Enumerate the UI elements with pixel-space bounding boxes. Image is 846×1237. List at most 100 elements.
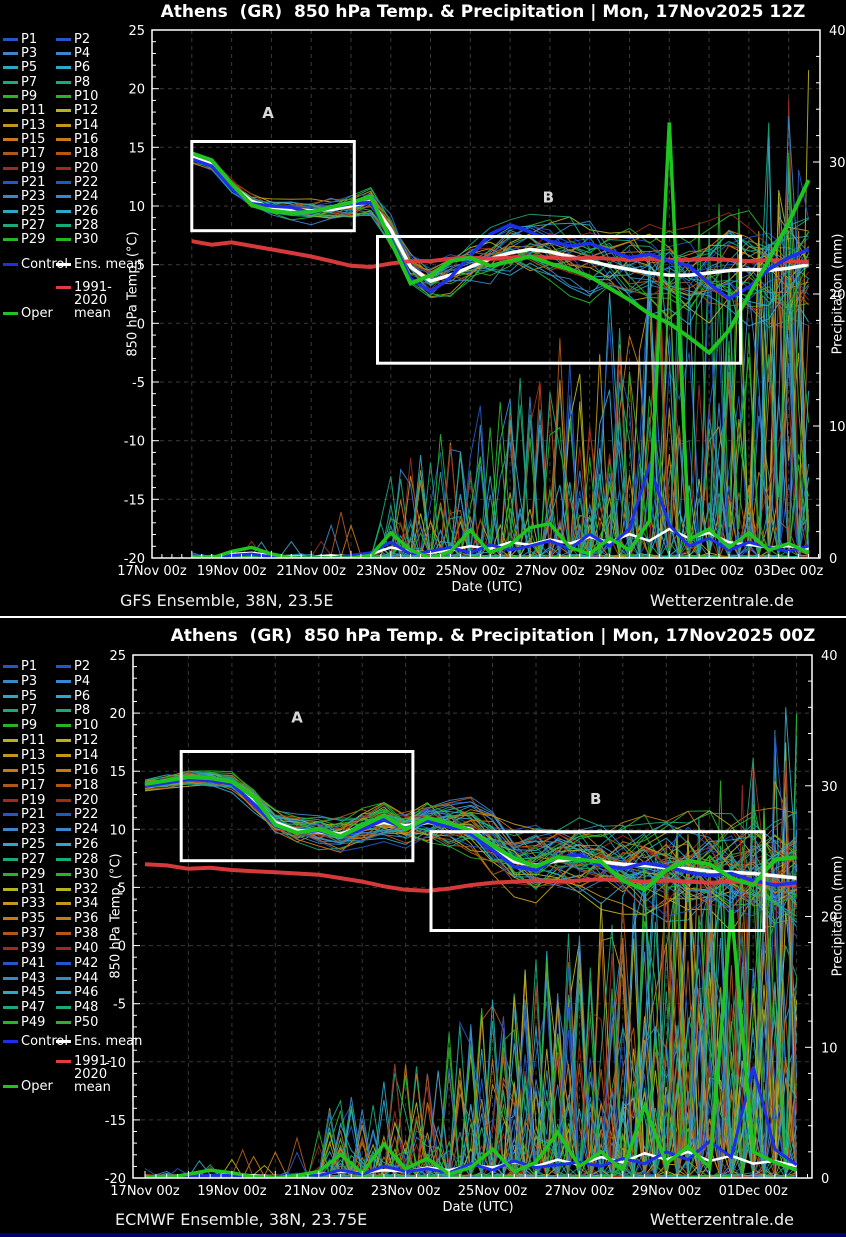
legend-swatch [56, 1040, 71, 1043]
legend-label: P50 [74, 1015, 98, 1030]
legend-swatch [56, 888, 71, 891]
x-tick-label: 23Nov 00z [371, 1184, 441, 1199]
x-tick-label: 19Nov 00z [197, 1184, 267, 1199]
legend-member-p23: P23 [3, 190, 56, 204]
legend-member-p45: P45 [3, 986, 56, 1001]
legend-swatch [3, 210, 18, 213]
legend-member-p21: P21 [3, 175, 56, 189]
model-caption-gfs: GFS Ensemble, 38N, 23.5E [120, 591, 333, 610]
legend-swatch [3, 224, 18, 227]
legend-label: P8 [74, 703, 90, 718]
legend-member-p9: P9 [3, 718, 56, 733]
legend-swatch [56, 947, 71, 950]
legend-label: 1991-2020mean [74, 1055, 132, 1094]
legend-member-p8: P8 [56, 75, 132, 89]
legend-swatch [3, 813, 18, 816]
legend-member-p41: P41 [3, 956, 56, 971]
legend-swatch [3, 95, 18, 98]
legend-member-p21: P21 [3, 807, 56, 822]
legend-member-p24: P24 [56, 190, 132, 204]
legend-swatch [3, 167, 18, 170]
temp-tick-label: -20 [105, 1172, 126, 1187]
legend-swatch [56, 38, 71, 41]
legend-swatch [3, 724, 18, 727]
legend-member-p8: P8 [56, 704, 132, 719]
legend-swatch [56, 286, 71, 289]
x-tick-label: 01Dec 00z [674, 564, 743, 579]
legend-label: P26 [74, 204, 98, 219]
legend-label: P6 [74, 60, 90, 75]
legend-label: P44 [74, 971, 98, 986]
precip-tick-label: 30 [829, 156, 846, 171]
legend-swatch [3, 769, 18, 772]
model-caption-ecmwf: ECMWF Ensemble, 38N, 23.75E [115, 1210, 367, 1229]
legend-member-p20: P20 [56, 793, 132, 808]
legend-label: P28 [74, 852, 98, 867]
ensemble-member-precip-line [145, 781, 797, 1178]
chart-title-gfs: Athens (GR) 850 hPa Temp. & Precipitatio… [120, 2, 846, 22]
legend-swatch [3, 695, 18, 698]
legend-swatch [3, 947, 18, 950]
legend-swatch [3, 977, 18, 980]
legend-member-p19: P19 [3, 793, 56, 808]
legend-label: P43 [21, 971, 45, 986]
legend-swatch [3, 138, 18, 141]
legend-label: P3 [21, 46, 37, 61]
legend-label: P28 [74, 218, 98, 233]
legend-label: P2 [74, 659, 90, 674]
legend-label: P2 [74, 32, 90, 47]
legend-swatch [56, 724, 71, 727]
legend-label: P7 [21, 703, 37, 718]
legend-member-p27: P27 [3, 852, 56, 867]
legend-swatch [56, 962, 71, 965]
annotation-label-b: B [543, 189, 554, 207]
series-layer [145, 707, 797, 1178]
legend-member-p12: P12 [56, 733, 132, 748]
legend-swatch [56, 680, 71, 683]
legend-member-p18: P18 [56, 147, 132, 161]
panel-separator [0, 616, 846, 618]
legend-member-p33: P33 [3, 897, 56, 912]
legend-member-p5: P5 [3, 61, 56, 75]
legend-swatch [3, 739, 18, 742]
legend-label: P9 [21, 718, 37, 733]
legend-member-p13: P13 [3, 748, 56, 763]
legend-swatch [3, 991, 18, 994]
legend-swatch [3, 52, 18, 55]
legend-label: P22 [74, 175, 98, 190]
legend-swatch [3, 1085, 18, 1088]
legend-member-p16: P16 [56, 763, 132, 778]
ensemble-member-precip-line [192, 291, 809, 558]
legend-swatch [56, 932, 71, 935]
legend-member-p15: P15 [3, 132, 56, 146]
legend-member-p11: P11 [3, 104, 56, 118]
legend-member-p20: P20 [56, 161, 132, 175]
legend-label: P5 [21, 689, 37, 704]
legend-swatch [3, 665, 18, 668]
legend-label: P22 [74, 807, 98, 822]
legend-member-p23: P23 [3, 822, 56, 837]
legend-label: Ens. mean [74, 1034, 142, 1049]
legend-control: Control [3, 257, 56, 271]
legend-label: P31 [21, 882, 45, 897]
legend-label: P42 [74, 956, 98, 971]
legend-swatch [3, 109, 18, 112]
legend-member-p35: P35 [3, 911, 56, 926]
legend-member-p6: P6 [56, 61, 132, 75]
legend-swatch [56, 109, 71, 112]
legend-label: P15 [21, 132, 45, 147]
legend-label: P25 [21, 837, 45, 852]
legend-swatch [56, 991, 71, 994]
legend-member-p13: P13 [3, 118, 56, 132]
date-axis-label-ecmwf: Date (UTC) [442, 1200, 513, 1215]
legend-member-p5: P5 [3, 689, 56, 704]
legend-label: P16 [74, 763, 98, 778]
legend-label: P18 [74, 146, 98, 161]
legend-label: P34 [74, 896, 98, 911]
legend-member-p26: P26 [56, 204, 132, 218]
x-tick-label: 19Nov 00z [197, 564, 267, 579]
legend-control: Control [3, 1034, 56, 1049]
wetterzentrale-meteogram-page: AB17Nov 00z19Nov 00z21Nov 00z23Nov 00z25… [0, 0, 846, 1237]
legend-label: P13 [21, 118, 45, 133]
legend-swatch [56, 181, 71, 184]
